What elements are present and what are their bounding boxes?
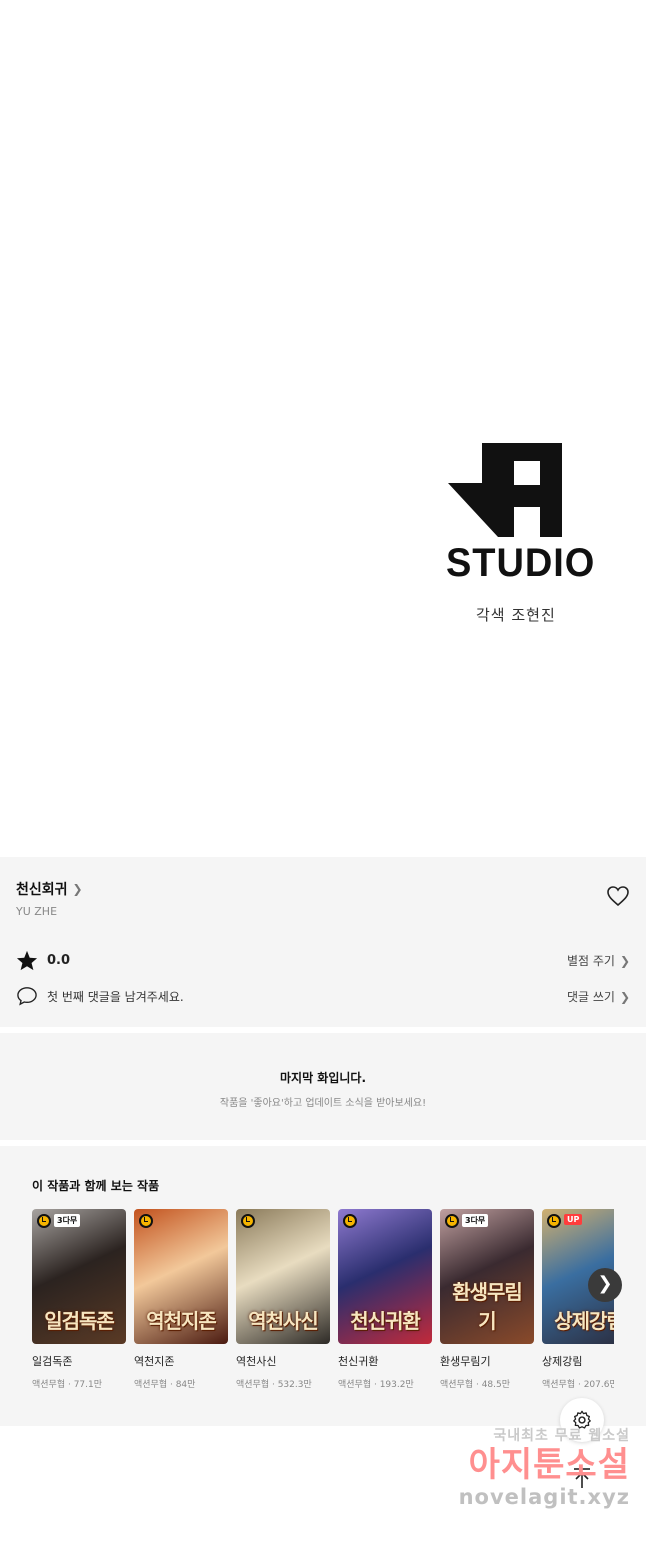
cover-title-art: 역천사신	[248, 1309, 319, 1333]
cover-thumbnail: 3다무일검독존	[32, 1209, 126, 1344]
recommendation-card[interactable]: 3다무 일검독존 일검독존 액션무협 · 77.1만	[32, 1209, 126, 1390]
chevron-right-icon: ❯	[619, 953, 630, 968]
star-icon	[16, 950, 38, 971]
cover-title-art: 천신귀환	[350, 1309, 421, 1333]
chevron-right-icon: ❯	[597, 1273, 613, 1294]
site-watermark: 국내최초 무료 웹소설 아지툰소설 novelagit.xyz	[440, 1425, 630, 1509]
wait-free-clock-icon	[343, 1214, 357, 1228]
last-episode-subtitle: 작품을 '좋아요'하고 업데이트 소식을 받아보세요!	[219, 1098, 427, 1109]
rate-button[interactable]: 별점 주기 ❯	[567, 952, 630, 969]
carousel-next-button[interactable]: ❯	[588, 1268, 622, 1302]
adaptation-credit: 각색 조현진	[476, 606, 556, 624]
cover-thumbnail: 3다무환생무림기	[440, 1209, 534, 1344]
wait-badge: 3다무	[462, 1214, 489, 1227]
studio-name: STUDIO	[446, 541, 596, 585]
recommendation-title: 역천사신	[236, 1355, 277, 1368]
wait-badge: 3다무	[54, 1214, 81, 1227]
chevron-right-icon: ❯	[72, 882, 83, 896]
recommendations-section: 이 작품과 함께 보는 작품 3다무 일검독존 일검독존 액션무협 · 77.1만 역천…	[0, 1146, 646, 1426]
watermark-url: novelagit.xyz	[458, 1485, 630, 1509]
work-title: 천신회귀	[16, 882, 68, 898]
update-badge: UP	[564, 1214, 583, 1225]
last-episode-title: 마지막 화입니다.	[279, 1071, 367, 1085]
recommendation-title: 일검독존	[32, 1355, 73, 1368]
heart-icon[interactable]	[606, 885, 630, 907]
recommendation-meta: 액션무협 · 193.2만	[338, 1380, 414, 1390]
wait-free-clock-icon	[37, 1214, 51, 1228]
recommendation-meta: 액션무협 · 207.6만	[542, 1380, 614, 1390]
recommendation-meta: 액션무협 · 532.3만	[236, 1380, 312, 1390]
speech-bubble-icon	[17, 987, 37, 1006]
recommendation-carousel[interactable]: 3다무 일검독존 일검독존 액션무협 · 77.1만 역천지존 역천지존 액션무협 · 84…	[32, 1209, 614, 1399]
chevron-right-icon: ❯	[619, 989, 630, 1004]
cover-title-art: 환생무림기	[452, 1280, 523, 1333]
recommendation-title: 상제강림	[542, 1355, 583, 1368]
work-author: YU ZHE	[16, 905, 58, 918]
recommendation-card[interactable]: 역천지존 역천지존 액션무협 · 84만	[134, 1209, 228, 1390]
rate-label: 별점 주기	[566, 954, 615, 968]
rating-value: 0.0	[47, 953, 71, 968]
write-comment-label: 댓글 쓰기	[566, 990, 615, 1004]
comment-prompt: 첫 번째 댓글을 남겨주세요.	[47, 989, 184, 1004]
recommendation-title: 환생무림기	[440, 1355, 491, 1368]
wait-free-clock-icon	[139, 1214, 153, 1228]
cover-title-art: 상제강림	[554, 1309, 614, 1333]
recommendation-card[interactable]: 3다무 환생무림기 환생무림기 액션무협 · 48.5만	[440, 1209, 534, 1390]
recommendation-card[interactable]: 천신귀환 천신귀환 액션무협 · 193.2만	[338, 1209, 432, 1390]
wait-free-clock-icon	[547, 1214, 561, 1228]
cover-title-art: 일검독존	[44, 1309, 115, 1333]
recommendation-meta: 액션무협 · 77.1만	[32, 1380, 103, 1390]
watermark-brand: 아지툰소설	[468, 1445, 630, 1485]
recommendation-card[interactable]: 역천사신 역천사신 액션무협 · 532.3만	[236, 1209, 330, 1390]
studio-logo: STUDIO	[446, 443, 596, 585]
work-title-link[interactable]: 천신회귀 ❯	[16, 879, 83, 899]
write-comment-button[interactable]: 댓글 쓰기 ❯	[567, 988, 630, 1005]
recommendation-meta: 액션무협 · 48.5만	[440, 1380, 511, 1390]
last-episode-notice: 마지막 화입니다. 작품을 '좋아요'하고 업데이트 소식을 받아보세요!	[0, 1033, 646, 1140]
studio-mark-icon	[448, 443, 562, 537]
work-info-panel: 천신회귀 ❯ YU ZHE 0.0 별점 주기 ❯ 첫 번째 댓글을 남겨주세요…	[0, 857, 646, 1027]
recommendation-title: 역천지존	[134, 1355, 175, 1368]
recommendations-heading: 이 작품과 함께 보는 작품	[32, 1179, 160, 1193]
rating-row: 0.0	[16, 950, 70, 971]
wait-free-clock-icon	[445, 1214, 459, 1228]
cover-thumbnail: 천신귀환	[338, 1209, 432, 1344]
recommendation-meta: 액션무협 · 84만	[134, 1380, 196, 1390]
wait-free-clock-icon	[241, 1214, 255, 1228]
comment-row: 첫 번째 댓글을 남겨주세요.	[16, 986, 184, 1006]
cover-title-art: 역천지존	[146, 1309, 217, 1333]
cover-thumbnail: 역천지존	[134, 1209, 228, 1344]
recommendation-title: 천신귀환	[338, 1355, 379, 1368]
cover-thumbnail: 역천사신	[236, 1209, 330, 1344]
watermark-tagline: 국내최초 무료 웹소설	[493, 1428, 630, 1444]
